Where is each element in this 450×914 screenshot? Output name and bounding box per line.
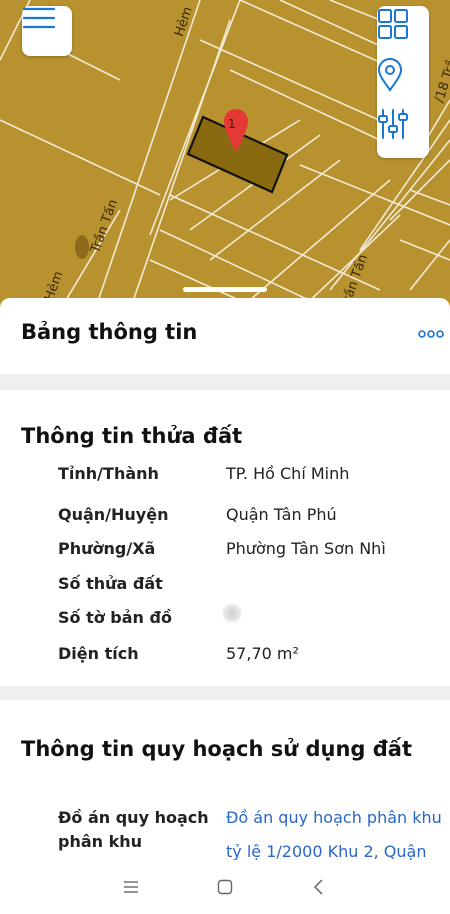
zoning-plan-label-line2: phân khu — [58, 832, 143, 851]
map-view[interactable]: 1 Hẻm Trần Tấn Hẻm Trần Tấn /18 Trần Tấn — [0, 0, 450, 310]
parcel-info-title: Thông tin thửa đất — [21, 424, 243, 448]
location-pin-icon — [377, 58, 403, 92]
planning-info-title: Thông tin quy hoạch sử dụng đất — [21, 737, 413, 761]
map-sheet-number-label: Số tờ bản đồ — [58, 608, 172, 627]
more-dots-icon — [418, 330, 444, 338]
parcel-info-card: Thông tin thửa đất Tỉnh/Thành TP. Hồ Chí… — [0, 390, 450, 686]
sliders-icon — [378, 109, 408, 139]
filter-button[interactable] — [377, 108, 429, 156]
map-tool-panel — [377, 6, 429, 158]
zoning-plan-link-line2[interactable]: tỷ lệ 1/2000 Khu 2, Quận — [226, 842, 426, 861]
province-label: Tỉnh/Thành — [58, 464, 159, 483]
redacted-value-blur — [222, 603, 242, 623]
grid-icon — [378, 9, 408, 39]
ward-label: Phường/Xã — [58, 539, 156, 558]
recent-apps-button[interactable] — [118, 874, 144, 900]
locate-button[interactable] — [377, 58, 429, 106]
system-navigation-bar — [0, 860, 450, 914]
province-value: TP. Hồ Chí Minh — [226, 464, 350, 483]
district-value: Quận Tân Phú — [226, 505, 337, 524]
panel-title: Bảng thông tin — [21, 320, 198, 344]
district-label: Quận/Huyện — [58, 505, 169, 524]
menu-button[interactable] — [22, 6, 72, 56]
back-chevron-icon — [313, 879, 323, 895]
hamburger-icon — [22, 7, 56, 29]
area-label: Diện tích — [58, 644, 139, 663]
back-button[interactable] — [306, 874, 332, 900]
parcel-number-label: Số thửa đất — [58, 574, 163, 593]
area-value: 57,70 m² — [226, 644, 299, 663]
zoning-plan-link-line1[interactable]: Đồ án quy hoạch phân khu — [226, 808, 442, 827]
marker-number: 1 — [228, 117, 236, 131]
home-button[interactable] — [212, 874, 238, 900]
zoning-plan-label-line1: Đồ án quy hoạch — [58, 808, 209, 827]
sheet-drag-handle[interactable] — [183, 287, 267, 292]
info-panel-header: Bảng thông tin — [0, 298, 450, 374]
home-square-icon — [217, 879, 233, 895]
ward-value: Phường Tân Sơn Nhì — [226, 539, 386, 558]
planning-info-card: Thông tin quy hoạch sử dụng đất Đồ án qu… — [0, 700, 450, 861]
recents-menu-icon — [124, 881, 138, 893]
layers-button[interactable] — [377, 8, 429, 56]
more-options-button[interactable] — [418, 326, 444, 340]
